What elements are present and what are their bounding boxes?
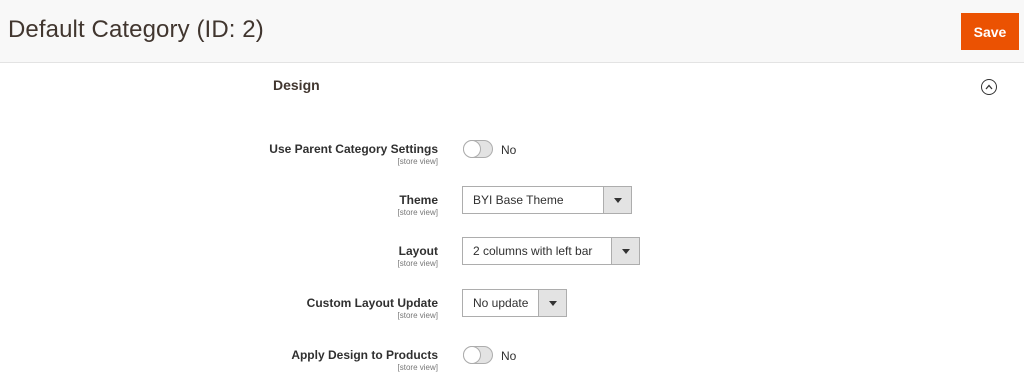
field-scope: [store view] (397, 363, 438, 372)
use-parent-settings-toggle[interactable] (463, 140, 493, 158)
field-scope: [store view] (397, 259, 438, 268)
theme-select-value: BYI Base Theme (473, 193, 564, 207)
field-label: Use Parent Category Settings (269, 142, 438, 156)
field-scope: [store view] (397, 208, 438, 217)
layout-select-value: 2 columns with left bar (473, 244, 593, 258)
theme-select[interactable]: BYI Base Theme (462, 186, 632, 214)
toggle-knob (464, 347, 480, 363)
field-scope: [store view] (397, 157, 438, 166)
field-label: Apply Design to Products (291, 348, 438, 362)
custom-layout-update-select[interactable]: No update (462, 289, 567, 317)
field-label: Custom Layout Update (306, 296, 438, 310)
chevron-up-circle-icon[interactable] (981, 79, 997, 95)
toggle-value: No (501, 349, 517, 363)
field-label: Theme (399, 193, 438, 207)
field-label: Layout (398, 244, 438, 258)
dropdown-arrow-icon[interactable] (603, 187, 631, 213)
toggle-value: No (501, 143, 517, 157)
custom-layout-update-value: No update (473, 296, 529, 310)
layout-select[interactable]: 2 columns with left bar (462, 237, 640, 265)
page-title: Default Category (ID: 2) (8, 16, 264, 43)
page-header: Default Category (ID: 2) Save (0, 0, 1024, 63)
section-title-design[interactable]: Design (273, 77, 320, 93)
apply-design-toggle[interactable] (463, 346, 493, 364)
field-scope: [store view] (397, 311, 438, 320)
toggle-knob (464, 141, 480, 157)
dropdown-arrow-icon[interactable] (538, 290, 566, 316)
save-button[interactable]: Save (961, 13, 1019, 50)
dropdown-arrow-icon[interactable] (611, 238, 639, 264)
